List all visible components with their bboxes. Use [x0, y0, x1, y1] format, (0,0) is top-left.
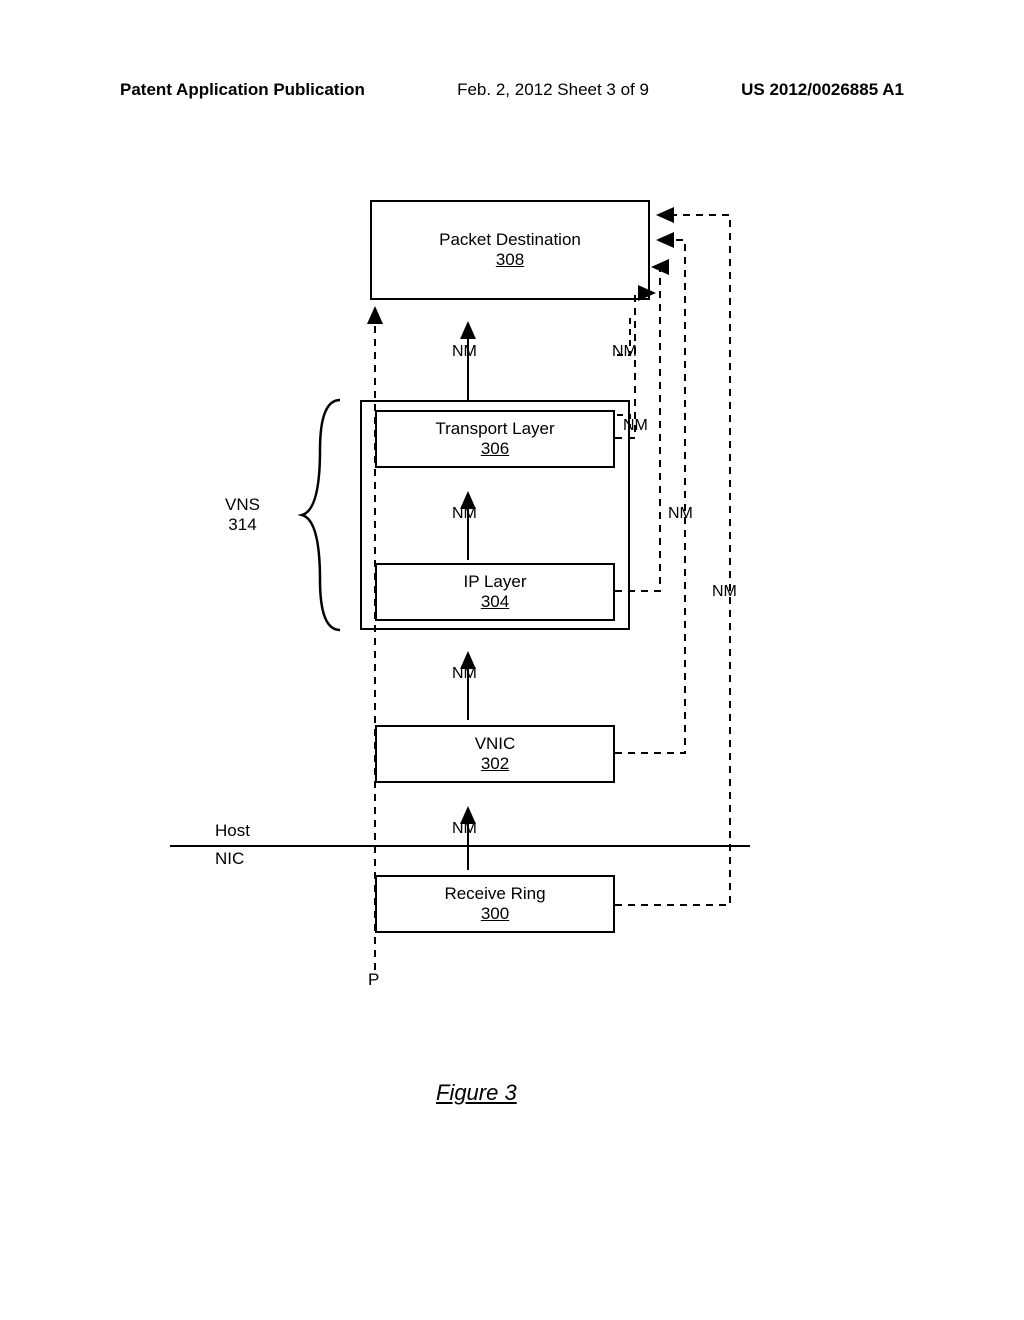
label-nic: NIC [215, 849, 244, 869]
box-vnic: VNIC 302 [375, 725, 615, 783]
label-vns-ref: 314 [225, 515, 260, 535]
box-title: Packet Destination [439, 230, 581, 250]
box-ref: 306 [481, 439, 509, 459]
label-nm-r3: NM [712, 583, 737, 601]
box-title: Receive Ring [444, 884, 545, 904]
figure-diagram: Packet Destination 308 Transport Layer 3… [170, 195, 750, 1045]
label-nm-r2: NM [668, 505, 693, 523]
label-nm-r1b: NM [623, 417, 648, 435]
box-title: Transport Layer [435, 419, 554, 439]
label-nm-1: NM [452, 343, 477, 361]
header-left: Patent Application Publication [120, 80, 365, 100]
label-p: P [368, 970, 379, 990]
box-ref: 308 [496, 250, 524, 270]
label-nm-3: NM [452, 665, 477, 683]
box-packet-destination: Packet Destination 308 [370, 200, 650, 300]
label-host: Host [215, 821, 250, 841]
label-nm-r1: NM [612, 343, 637, 361]
brace-vns [290, 395, 350, 635]
label-nm-2: NM [452, 505, 477, 523]
label-vns: VNS 314 [225, 495, 260, 535]
box-title: VNIC [475, 734, 516, 754]
host-nic-divider [170, 845, 750, 847]
box-title: IP Layer [463, 572, 526, 592]
label-vns-text: VNS [225, 495, 260, 515]
label-nm-4: NM [452, 820, 477, 838]
header-center: Feb. 2, 2012 Sheet 3 of 9 [457, 80, 649, 100]
box-ref: 302 [481, 754, 509, 774]
header-right: US 2012/0026885 A1 [741, 80, 904, 100]
box-receive-ring: Receive Ring 300 [375, 875, 615, 933]
box-ref: 300 [481, 904, 509, 924]
box-transport-layer: Transport Layer 306 [375, 410, 615, 468]
box-ref: 304 [481, 592, 509, 612]
page-header: Patent Application Publication Feb. 2, 2… [0, 80, 1024, 100]
figure-caption: Figure 3 [436, 1080, 517, 1106]
box-ip-layer: IP Layer 304 [375, 563, 615, 621]
